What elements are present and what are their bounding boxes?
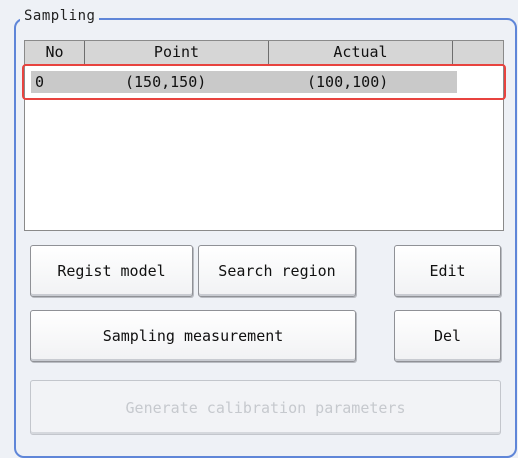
selected-row-highlight xyxy=(22,64,506,100)
table-header: No Point Actual xyxy=(25,41,503,65)
edit-button[interactable]: Edit xyxy=(394,245,501,297)
search-region-button[interactable]: Search region xyxy=(198,245,356,297)
regist-model-button[interactable]: Regist model xyxy=(30,245,193,297)
column-header-actual[interactable]: Actual xyxy=(269,41,453,64)
sampling-measurement-button[interactable]: Sampling measurement xyxy=(30,310,356,362)
column-header-no[interactable]: No xyxy=(25,41,85,64)
generate-calibration-parameters-button[interactable]: Generate calibration parameters xyxy=(30,380,501,435)
column-header-blank xyxy=(453,41,503,64)
sampling-legend: Sampling xyxy=(20,8,100,24)
del-button[interactable]: Del xyxy=(394,310,501,362)
column-header-point[interactable]: Point xyxy=(85,41,269,64)
